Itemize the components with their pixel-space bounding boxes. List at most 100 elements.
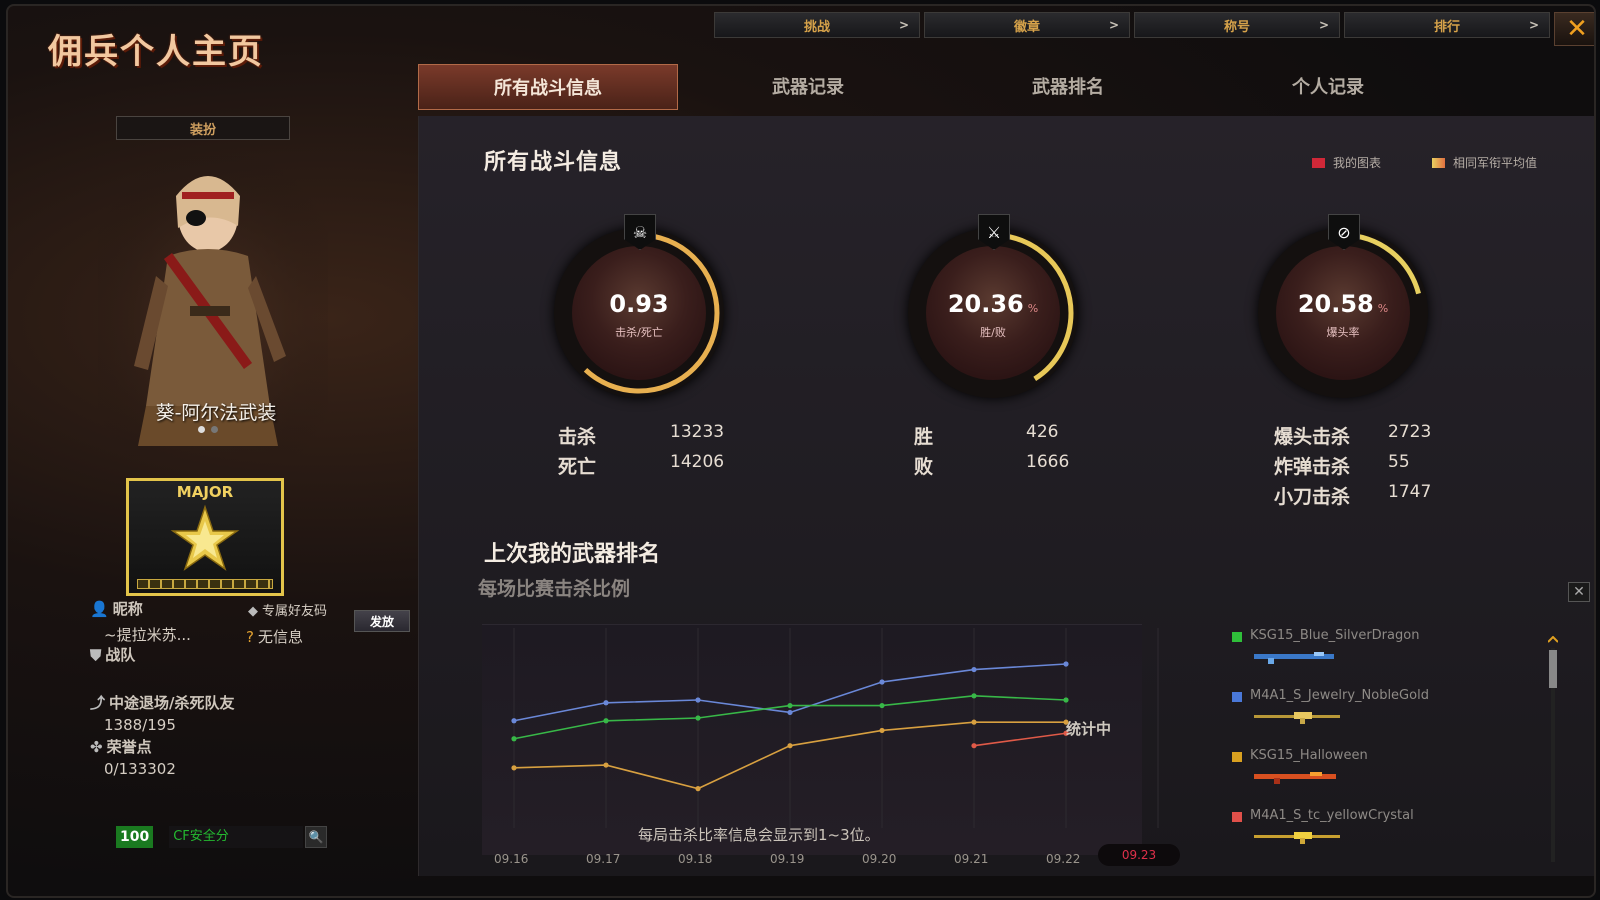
winrate-value-number: 20.36 bbox=[947, 290, 1024, 318]
deaths-value: 14206 bbox=[670, 452, 725, 472]
headshot-kills-label: 爆头击杀 bbox=[1274, 426, 1351, 448]
data-point[interactable] bbox=[511, 718, 517, 724]
data-point[interactable] bbox=[603, 762, 609, 768]
data-point[interactable] bbox=[1063, 697, 1069, 703]
deaths-label: 死亡 bbox=[558, 456, 597, 478]
weapon-item[interactable]: KSG15_Halloween bbox=[1232, 746, 1492, 806]
search-icon[interactable]: 🔍 bbox=[305, 826, 328, 848]
losses-stat: 败 1666 bbox=[914, 452, 1069, 479]
legend-swatch bbox=[1432, 157, 1445, 168]
date-selected[interactable]: 09.23 bbox=[1098, 844, 1180, 866]
page-title: 佣兵个人主页 bbox=[48, 32, 264, 72]
legend-average-label: 相同军衔平均值 bbox=[1453, 156, 1538, 170]
data-point[interactable] bbox=[971, 719, 977, 725]
weapon-list: KSG15_Blue_SilverDragon M4A1_S_Jewelry_N… bbox=[1232, 626, 1492, 866]
tab-personal-records[interactable]: 个人记录 bbox=[1198, 64, 1458, 108]
headshot-value: 20.58% bbox=[1258, 290, 1428, 318]
headshot-kills-value: 2723 bbox=[1388, 422, 1432, 442]
data-point[interactable] bbox=[787, 709, 793, 716]
weapon-item[interactable]: M4A1_S_tc_yellowCrystal bbox=[1232, 806, 1492, 866]
kd-value-number: 0.93 bbox=[609, 290, 669, 318]
honor-label-text: 荣誉点 bbox=[106, 738, 152, 756]
nickname-label-text: 昵称 bbox=[112, 600, 143, 618]
losses-value: 1666 bbox=[1026, 452, 1070, 472]
weapon-item[interactable]: M4A1_S_Jewelry_NobleGold bbox=[1232, 686, 1492, 746]
user-icon: 👤 bbox=[90, 600, 109, 618]
data-point[interactable] bbox=[787, 743, 793, 749]
running-icon: ⤴ bbox=[90, 694, 106, 712]
kills-stat: 击杀 13233 bbox=[558, 422, 724, 449]
rifle-icon bbox=[1254, 712, 1340, 724]
data-point[interactable] bbox=[879, 702, 885, 709]
friend-code-value: ? 无信息 bbox=[246, 626, 303, 647]
tab-weapon-records[interactable]: 武器记录 bbox=[678, 64, 938, 108]
weapon-name: KSG15_Blue_SilverDragon bbox=[1250, 628, 1420, 643]
winrate-gauge: ⚔ 20.36% 胜/败 bbox=[908, 214, 1078, 398]
headshot-label: 爆头率 bbox=[1326, 326, 1360, 339]
weapon-item[interactable]: KSG15_Blue_SilverDragon bbox=[1232, 626, 1492, 686]
bomb-kills-label: 炸弹击杀 bbox=[1274, 456, 1351, 478]
x-tick-label[interactable]: 09.17 bbox=[586, 852, 620, 866]
weapon-name: M4A1_S_Jewelry_NobleGold bbox=[1250, 688, 1429, 703]
close-icon[interactable]: ✕ bbox=[1568, 582, 1590, 602]
rifle-icon bbox=[1254, 832, 1340, 844]
data-point[interactable] bbox=[971, 666, 977, 673]
nav-challenge-button[interactable]: 挑战 > bbox=[714, 12, 920, 38]
x-tick-label[interactable]: 09.19 bbox=[770, 852, 804, 866]
nav-title-button[interactable]: 称号 > bbox=[1134, 12, 1340, 38]
nickname-value: ~提拉米苏... bbox=[104, 626, 191, 644]
data-point[interactable] bbox=[787, 702, 793, 709]
knife-kills-stat: 小刀击杀 1747 bbox=[1274, 482, 1431, 509]
data-point[interactable] bbox=[879, 727, 885, 734]
series-line bbox=[973, 732, 1067, 747]
data-point[interactable] bbox=[603, 700, 609, 706]
wins-value: 426 bbox=[1026, 422, 1059, 442]
carousel-dot[interactable] bbox=[211, 426, 218, 433]
data-point[interactable] bbox=[971, 693, 977, 699]
data-point[interactable] bbox=[695, 715, 701, 721]
tab-all-battle-info[interactable]: 所有战斗信息 bbox=[418, 64, 678, 110]
carousel-dots[interactable] bbox=[198, 426, 218, 433]
data-point[interactable] bbox=[971, 743, 977, 749]
shotgun-icon bbox=[1254, 772, 1336, 784]
safety-score: 100 CF安全分 🔍 bbox=[116, 826, 328, 848]
close-window-button[interactable]: ✕ bbox=[1554, 12, 1594, 46]
data-point[interactable] bbox=[879, 679, 885, 685]
outfit-button[interactable]: 装扮 bbox=[116, 116, 290, 140]
shield-icon: ⛊ bbox=[90, 646, 102, 664]
weapon-name: KSG15_Halloween bbox=[1250, 748, 1368, 763]
issue-friend-code-button[interactable]: 发放 bbox=[354, 610, 410, 632]
data-point[interactable] bbox=[695, 786, 701, 792]
data-point[interactable] bbox=[695, 697, 701, 703]
carousel-dot[interactable] bbox=[198, 426, 205, 433]
x-tick-label[interactable]: 09.16 bbox=[494, 852, 528, 866]
kills-label: 击杀 bbox=[558, 426, 597, 448]
legend-average: 相同军衔平均值 bbox=[1432, 154, 1537, 171]
kill-ratio-subtitle: 每场比赛击杀比例 bbox=[478, 578, 631, 600]
bomb-kills-value: 55 bbox=[1388, 452, 1410, 472]
battle-info-title: 所有战斗信息 bbox=[484, 150, 623, 175]
honor-value: 0/133302 bbox=[104, 760, 176, 778]
x-tick-label[interactable]: 09.21 bbox=[954, 852, 988, 866]
leave-kill-value: 1388/195 bbox=[104, 716, 176, 734]
x-tick-label[interactable]: 09.22 bbox=[1046, 852, 1080, 866]
safety-score-value: 100 bbox=[116, 826, 154, 848]
data-point[interactable] bbox=[603, 718, 609, 724]
nav-badge-button[interactable]: 徽章 > bbox=[924, 12, 1130, 38]
nav-ranking-button[interactable]: 排行 > bbox=[1344, 12, 1550, 38]
game-window: 佣兵个人主页 挑战 > 徽章 > 称号 > 排行 > ✕ 所有战斗信息 武器记录 武器排… bbox=[6, 4, 1596, 898]
legend-swatch bbox=[1312, 157, 1325, 168]
x-tick-label[interactable]: 09.18 bbox=[678, 852, 712, 866]
losses-label: 败 bbox=[914, 456, 934, 478]
legend-mine-label: 我的图表 bbox=[1333, 156, 1382, 170]
data-point[interactable] bbox=[1063, 661, 1069, 667]
chevron-right-icon: > bbox=[1108, 18, 1119, 32]
winrate-unit: % bbox=[1027, 302, 1039, 315]
friend-code-value-text: 无信息 bbox=[257, 628, 303, 646]
winrate-label: 胜/败 bbox=[980, 326, 1006, 339]
tab-weapon-ranking[interactable]: 武器排名 bbox=[938, 64, 1198, 108]
data-point[interactable] bbox=[511, 736, 517, 742]
data-point[interactable] bbox=[511, 765, 517, 771]
weapon-list-scrollbar[interactable] bbox=[1548, 636, 1558, 866]
x-tick-label[interactable]: 09.20 bbox=[862, 852, 896, 866]
